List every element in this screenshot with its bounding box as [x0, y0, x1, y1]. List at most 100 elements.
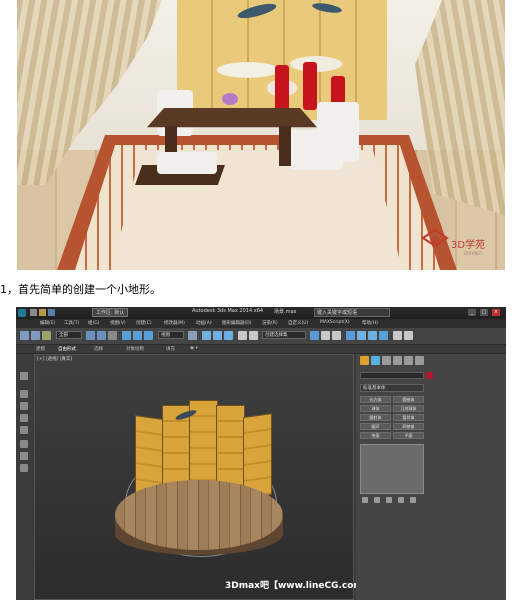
workspace-select[interactable]: 工作区: 默认 [92, 308, 129, 317]
teapot-icon[interactable] [393, 331, 402, 340]
create-dot-icon[interactable] [20, 390, 28, 398]
minimize-icon[interactable]: _ [468, 309, 476, 316]
brand-logo-sub: 3DXY.NET [463, 251, 483, 256]
red-vase [303, 62, 317, 110]
selection-filter-select[interactable]: 全部 [56, 331, 82, 339]
create-tab-icon[interactable] [360, 356, 369, 365]
move-icon[interactable] [122, 331, 131, 340]
utilities-tab-icon[interactable] [415, 356, 424, 365]
cylinder-button[interactable]: 圆柱体 [360, 414, 391, 421]
grid-tool-icon[interactable] [20, 464, 28, 472]
percent-snap-icon[interactable] [224, 331, 233, 340]
ribbon-options-icon[interactable]: ◉ ▾ [190, 346, 198, 351]
pyramid-button[interactable]: 四棱锥 [393, 423, 424, 430]
show-end-result-icon[interactable] [374, 497, 380, 503]
align-icon[interactable] [249, 331, 258, 340]
snap-toggle-icon[interactable] [202, 331, 211, 340]
close-icon[interactable]: × [492, 309, 500, 316]
left-tool-strip [16, 354, 32, 600]
remove-modifier-icon[interactable] [398, 497, 404, 503]
geosphere-button[interactable]: 几何球体 [393, 405, 424, 412]
named-selection-select[interactable]: 创建选择集 [262, 331, 306, 339]
display-tab-icon[interactable] [404, 356, 413, 365]
main-toolbar: 全部 视图 创建选择集 [16, 328, 506, 345]
undo-icon[interactable] [20, 331, 29, 340]
hierarchy-tab-icon[interactable] [382, 356, 391, 365]
scene-explorer-icon[interactable] [20, 372, 28, 380]
table-leg [279, 126, 291, 166]
object-color-swatch[interactable] [426, 372, 433, 379]
curve-editor-icon[interactable] [321, 331, 330, 340]
list-tool-icon[interactable] [20, 440, 28, 448]
pin-stack-icon[interactable] [362, 497, 368, 503]
rendered-frame-icon[interactable] [368, 331, 377, 340]
menu-rendering[interactable]: 渲染(R) [262, 320, 278, 326]
rotate-icon[interactable] [133, 331, 142, 340]
perspective-viewport[interactable]: [+] [透视] [真实] 3Dmax吧【www.lineCG.com/tieb… [34, 354, 429, 600]
reference-coord-select[interactable]: 视图 [158, 331, 184, 339]
layer-manager-icon[interactable] [310, 331, 319, 340]
schematic-view-icon[interactable] [332, 331, 341, 340]
menu-customize[interactable]: 自定义(U) [288, 320, 308, 326]
mirror-icon[interactable] [238, 331, 247, 340]
menu-create[interactable]: 创建(C) [136, 320, 152, 326]
max-window: 工作区: 默认 Autodesk 3ds Max 2014 x64 场景.max… [16, 307, 506, 600]
object-name-field[interactable] [360, 372, 424, 379]
tab-freeform[interactable]: 自由形式 [58, 346, 76, 352]
menu-tools[interactable]: 工具(T) [64, 320, 79, 326]
new-file-icon[interactable] [30, 309, 37, 316]
box-button[interactable]: 长方体 [360, 396, 391, 403]
brush-icon[interactable] [20, 414, 28, 422]
object-preview-panel [360, 444, 424, 494]
menu-bar: 编辑(E) 工具(T) 组(G) 视图(V) 创建(C) 修改器(M) 动画(A… [16, 319, 506, 328]
select-by-name-icon[interactable] [97, 331, 106, 340]
menu-modifiers[interactable]: 修改器(M) [164, 320, 185, 326]
plane-button[interactable]: 平面 [393, 432, 424, 439]
menu-help[interactable]: 帮助(H) [362, 320, 378, 326]
brand-logo-text: 3D学苑 [451, 240, 486, 251]
teapot-button[interactable]: 茶壶 [360, 432, 391, 439]
scale-icon[interactable] [144, 331, 153, 340]
link-icon[interactable] [42, 331, 51, 340]
menu-graph-editors[interactable]: 图形编辑器(D) [222, 320, 251, 326]
open-file-icon[interactable] [39, 309, 46, 316]
make-unique-icon[interactable] [386, 497, 392, 503]
screen-bird [311, 1, 343, 15]
terrain-disk [115, 480, 283, 550]
tab-object-paint[interactable]: 对象绘制 [126, 346, 144, 352]
region-select-icon[interactable] [108, 331, 117, 340]
render-setup-icon[interactable] [357, 331, 366, 340]
menu-animation[interactable]: 动画(A) [196, 320, 212, 326]
sphere-tool-icon[interactable] [20, 426, 28, 434]
sphere-button[interactable]: 球体 [360, 405, 391, 412]
extra-tool-icon[interactable] [404, 331, 413, 340]
pivot-icon[interactable] [188, 331, 197, 340]
angle-snap-icon[interactable] [213, 331, 222, 340]
torus-button[interactable]: 圆环 [360, 423, 391, 430]
search-input[interactable]: 键入关键字或短语 [314, 308, 390, 317]
material-editor-icon[interactable] [346, 331, 355, 340]
edit-tool-icon[interactable] [20, 452, 28, 460]
max-app-icon[interactable] [18, 309, 26, 317]
menu-group[interactable]: 组(G) [88, 320, 100, 326]
tab-modeling[interactable]: 建模 [36, 346, 45, 352]
menu-view[interactable]: 视图(V) [110, 320, 126, 326]
tab-selection[interactable]: 选择 [94, 346, 103, 352]
save-file-icon[interactable] [48, 309, 55, 316]
cone-button[interactable]: 圆锥体 [393, 396, 424, 403]
tube-button[interactable]: 管状体 [393, 414, 424, 421]
select-object-icon[interactable] [86, 331, 95, 340]
modify-tab-icon[interactable] [371, 356, 380, 365]
menu-maxscript[interactable]: MAXScript(X) [320, 320, 350, 325]
title-bar: 工作区: 默认 Autodesk 3ds Max 2014 x64 场景.max… [16, 307, 506, 319]
redo-icon[interactable] [31, 331, 40, 340]
text-tool-icon[interactable] [20, 402, 28, 410]
menu-edit[interactable]: 编辑(E) [40, 320, 55, 326]
render-icon[interactable] [379, 331, 388, 340]
object-type-select[interactable]: 标准基本体 [360, 384, 424, 392]
configure-modifier-icon[interactable] [410, 497, 416, 503]
viewport-label[interactable]: [+] [透视] [真实] [37, 356, 72, 362]
tab-populate[interactable]: 填充 [166, 346, 175, 352]
maximize-icon[interactable]: □ [480, 309, 488, 316]
motion-tab-icon[interactable] [393, 356, 402, 365]
